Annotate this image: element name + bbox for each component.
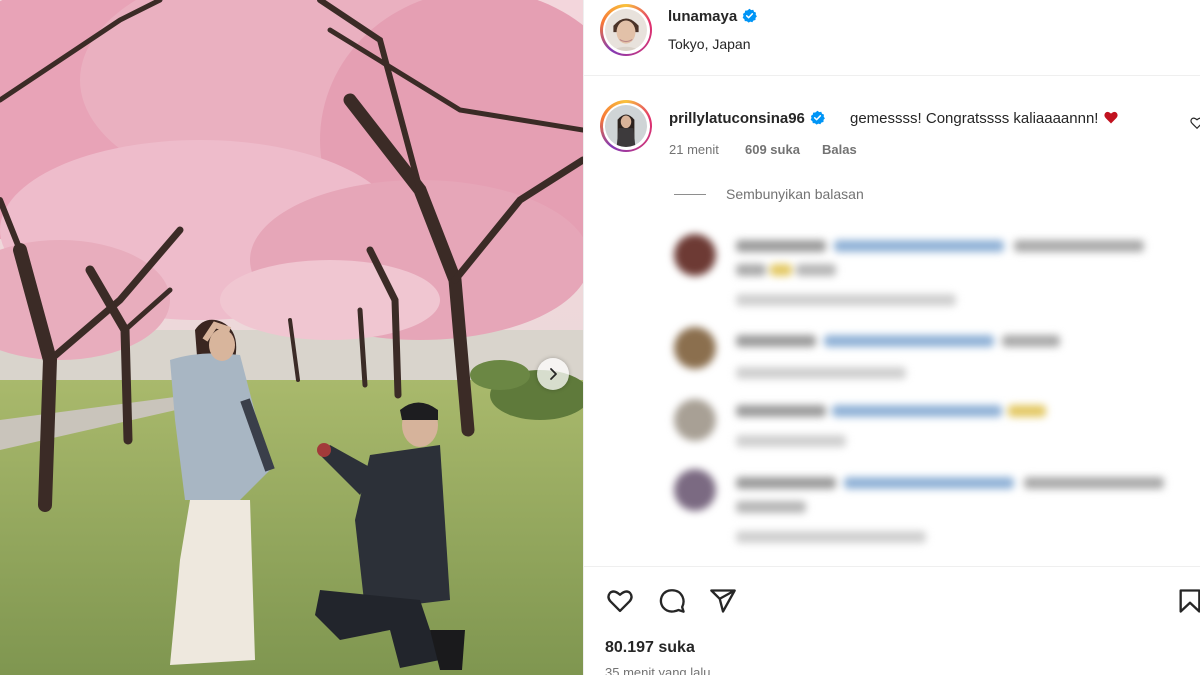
save-button[interactable] <box>1174 585 1200 617</box>
reply-item <box>664 395 1194 455</box>
reply-item <box>664 230 1194 310</box>
commenter-username[interactable]: prillylatuconsina96 <box>669 110 825 127</box>
post-location[interactable]: Tokyo, Japan <box>668 36 751 52</box>
verified-badge-icon <box>810 110 825 125</box>
red-heart-emoji-icon <box>1104 111 1119 124</box>
reply-button[interactable]: Balas <box>822 142 857 157</box>
author-avatar-image <box>605 9 647 51</box>
comment-like-heart-icon[interactable] <box>1190 116 1200 130</box>
reply-avatar <box>674 327 716 369</box>
share-button[interactable] <box>707 585 739 617</box>
heart-icon <box>607 590 633 613</box>
commenter-avatar-image <box>605 105 647 147</box>
bookmark-icon <box>1179 589 1200 613</box>
reply-item <box>664 465 1194 550</box>
comment-text-body: gemessss! Congratssss kaliaaaannn! <box>850 110 1099 127</box>
post-time-ago[interactable]: 35 menit yang lalu <box>605 665 711 675</box>
post-actions: 80.197 suka 35 menit yang lalu <box>584 566 1200 675</box>
chevron-right-icon <box>550 368 557 380</box>
proposal-photo-image <box>0 0 583 675</box>
hide-replies-divider <box>674 194 706 195</box>
reply-avatar <box>674 469 716 511</box>
post-likes-count[interactable]: 80.197 suka <box>605 639 695 657</box>
comment-button[interactable] <box>656 585 688 617</box>
reply-avatar <box>674 399 716 441</box>
post-photo[interactable] <box>0 0 583 675</box>
comment-time: 21 menit <box>669 142 719 157</box>
author-username-text[interactable]: lunamaya <box>668 8 737 25</box>
post-header: lunamaya Tokyo, Japan <box>584 0 1200 76</box>
carousel-next-button[interactable] <box>537 358 569 390</box>
post-details-panel: lunamaya Tokyo, Japan prillylatuconsina9… <box>583 0 1200 675</box>
reply-avatar <box>674 234 716 276</box>
comment-likes[interactable]: 609 suka <box>745 142 800 157</box>
comment-icon <box>659 589 685 613</box>
commenter-avatar[interactable] <box>600 100 652 152</box>
author-username[interactable]: lunamaya <box>668 8 758 25</box>
hide-replies-button[interactable]: Sembunyikan balasan <box>726 186 864 202</box>
reply-item <box>664 325 1194 385</box>
comment-text: gemessss! Congratssss kaliaaaannn! <box>850 110 1119 127</box>
send-icon <box>710 589 736 613</box>
verified-badge-icon <box>742 8 758 23</box>
like-button[interactable] <box>604 585 636 617</box>
commenter-username-text[interactable]: prillylatuconsina96 <box>669 110 805 127</box>
author-avatar[interactable] <box>600 4 652 56</box>
